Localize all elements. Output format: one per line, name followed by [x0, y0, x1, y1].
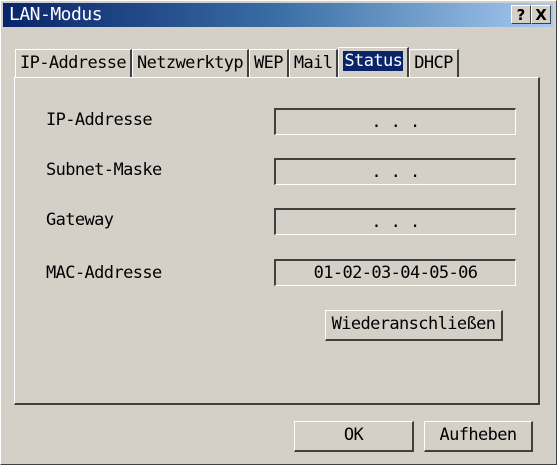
- tab-ip-addresse[interactable]: IP-Addresse: [15, 49, 132, 77]
- tab-mail[interactable]: Mail: [288, 49, 339, 77]
- tab-wep[interactable]: WEP: [248, 49, 289, 77]
- tab-dhcp[interactable]: DHCP: [409, 49, 459, 77]
- status-panel: IP-Addresse . . . Subnet-Maske . . . Gat…: [14, 77, 540, 405]
- tab-strip: IP-Addresse Netzwerktyp WEP Mail Status …: [15, 47, 459, 77]
- tab-netzwerktyp[interactable]: Netzwerktyp: [131, 49, 249, 77]
- reconnect-button[interactable]: Wiederanschließen: [325, 310, 503, 341]
- subnet-mask-field: . . .: [274, 158, 516, 185]
- ip-address-label: IP-Addresse: [46, 110, 153, 130]
- subnet-mask-label: Subnet-Maske: [46, 160, 162, 180]
- gateway-field: . . .: [274, 208, 516, 235]
- cancel-button[interactable]: Aufheben: [424, 421, 533, 452]
- lan-modus-dialog: LAN-Modus ? X IP-Addresse Netzwerktyp WE…: [0, 0, 557, 465]
- title-bar[interactable]: LAN-Modus ? X: [3, 3, 553, 27]
- mac-address-label: MAC-Addresse: [46, 263, 162, 283]
- close-button[interactable]: X: [531, 5, 551, 24]
- help-button[interactable]: ?: [511, 5, 531, 24]
- mac-address-field: 01-02-03-04-05-06: [274, 259, 516, 286]
- window-title: LAN-Modus: [9, 4, 103, 25]
- gateway-label: Gateway: [46, 210, 114, 230]
- ok-button[interactable]: OK: [294, 421, 414, 452]
- tab-status[interactable]: Status: [338, 47, 410, 77]
- ip-address-field: . . .: [274, 108, 516, 135]
